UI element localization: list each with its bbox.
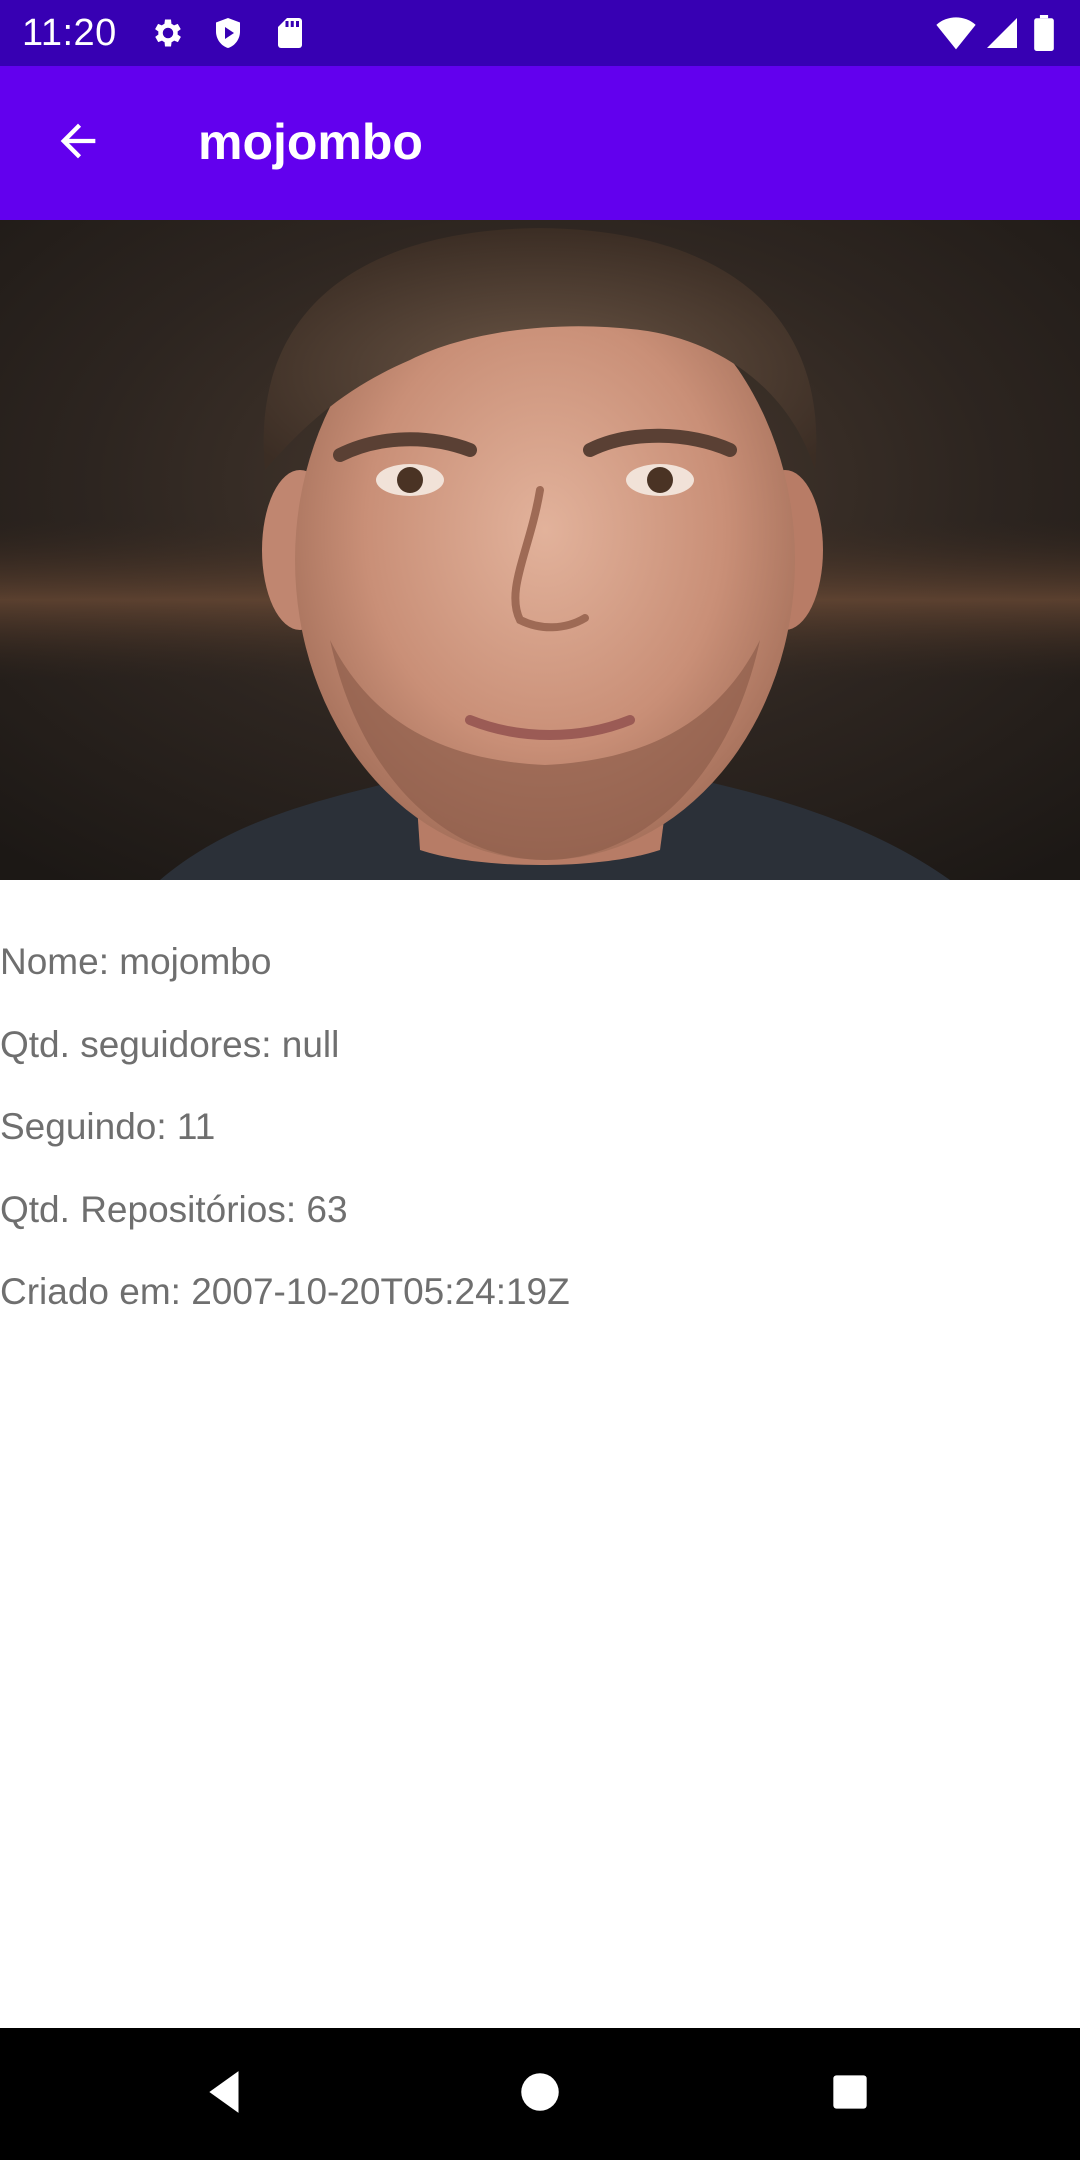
system-nav-bar	[0, 2028, 1080, 2160]
nav-recents-button[interactable]	[810, 2054, 890, 2134]
nav-home-button[interactable]	[500, 2054, 580, 2134]
followers-text: Qtd. seguidores: null	[0, 1023, 340, 1065]
user-info-list: Nome: mojombo Qtd. seguidores: null Segu…	[0, 930, 1080, 1343]
shield-icon	[210, 15, 246, 51]
following-text: Seguindo: 11	[0, 1106, 216, 1147]
back-button[interactable]	[36, 101, 120, 185]
wifi-icon	[936, 15, 976, 51]
recents-square-icon	[825, 2067, 875, 2122]
home-circle-icon	[515, 2067, 565, 2122]
sd-card-icon	[272, 15, 308, 51]
nav-back-button[interactable]	[186, 2054, 266, 2134]
battery-icon	[1032, 15, 1056, 51]
created-at-text: Criado em: 2007-10-20T05:24:19Z	[0, 1271, 570, 1312]
repos-text: Qtd. Repositórios: 63	[0, 1188, 348, 1230]
user-detail-screen: 11:20 mojombo Nome: mojombo Qtd. seguido…	[0, 0, 1080, 2160]
app-bar: mojombo	[0, 66, 1080, 220]
back-triangle-icon	[201, 2067, 251, 2122]
gear-icon	[150, 15, 186, 51]
name-text: Nome: mojombo	[0, 941, 272, 982]
status-bar: 11:20	[0, 0, 1080, 66]
user-avatar-photo	[0, 220, 1080, 880]
signal-icon	[984, 15, 1020, 51]
status-time: 11:20	[22, 12, 117, 54]
page-title: mojombo	[198, 114, 423, 170]
arrow-back-icon	[52, 115, 104, 172]
